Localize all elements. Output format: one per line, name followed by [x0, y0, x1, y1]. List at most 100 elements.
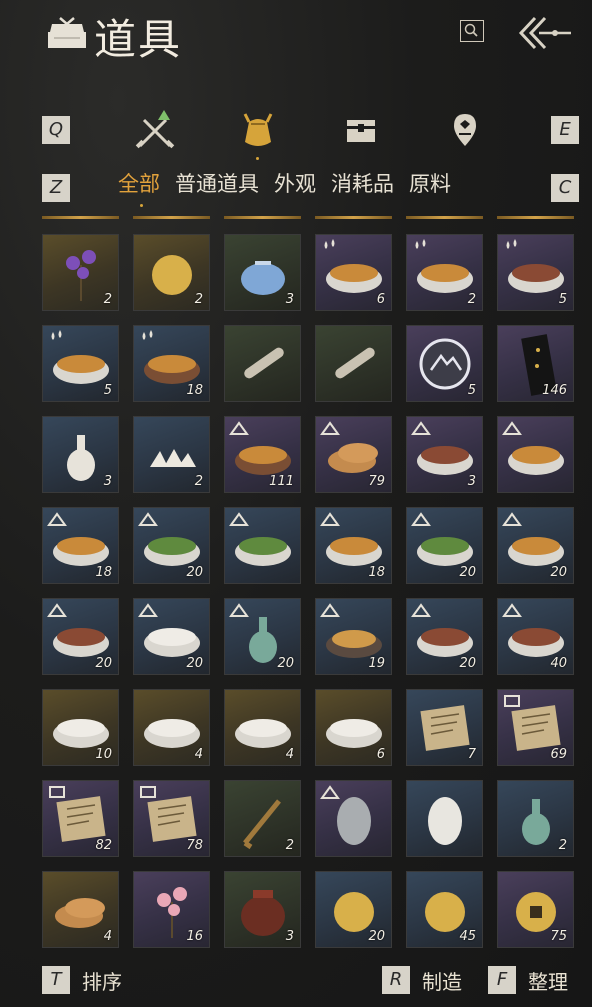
- inventory-slot[interactable]: 20: [497, 507, 574, 584]
- column-divider: [224, 216, 301, 219]
- item-quantity: 2: [194, 474, 203, 489]
- prev-category-key[interactable]: Q: [42, 116, 70, 144]
- craft-key[interactable]: R: [382, 966, 410, 994]
- inventory-slot[interactable]: 69: [497, 689, 574, 766]
- item-quantity: 2: [285, 838, 294, 853]
- map-pin-icon: [454, 114, 476, 146]
- mountain-icon: [320, 421, 340, 435]
- inventory-slot[interactable]: 3: [224, 234, 301, 311]
- item-quantity: 4: [194, 747, 203, 762]
- item-quantity: 18: [186, 383, 203, 398]
- inventory-slot[interactable]: 19: [315, 598, 392, 675]
- inventory-slot[interactable]: 20: [315, 871, 392, 948]
- inventory-slot[interactable]: 40: [497, 598, 574, 675]
- inventory-slot[interactable]: 111: [224, 416, 301, 493]
- item-quantity: 3: [285, 929, 294, 944]
- item-quantity: 2: [103, 292, 112, 307]
- inventory-slot[interactable]: 4: [42, 871, 119, 948]
- inventory-slot[interactable]: 5: [406, 325, 483, 402]
- column-divider: [406, 216, 483, 219]
- tab-location[interactable]: [442, 106, 488, 154]
- sort-label[interactable]: 排序: [82, 966, 122, 995]
- inventory-slot[interactable]: 18: [133, 325, 210, 402]
- inventory-slot[interactable]: [315, 325, 392, 402]
- mountain-icon: [502, 421, 522, 435]
- search-icon[interactable]: [460, 20, 484, 42]
- inventory-slot[interactable]: [224, 325, 301, 402]
- mountain-icon: [411, 603, 431, 617]
- inventory-slot[interactable]: [497, 416, 574, 493]
- mountain-icon: [47, 603, 67, 617]
- active-tab-indicator: [256, 157, 259, 160]
- next-subtab-key[interactable]: C: [551, 174, 579, 202]
- prev-subtab-key[interactable]: Z: [42, 174, 70, 202]
- inventory-slot[interactable]: 45: [406, 871, 483, 948]
- inventory-slot[interactable]: 18: [42, 507, 119, 584]
- inventory-slot[interactable]: 18: [315, 507, 392, 584]
- subtab-common[interactable]: 普通道具: [175, 168, 259, 198]
- inventory-slot[interactable]: 20: [42, 598, 119, 675]
- inventory-slot[interactable]: 16: [133, 871, 210, 948]
- mountain-icon: [502, 603, 522, 617]
- item-quantity: 6: [376, 292, 385, 307]
- item-quantity: 2: [558, 838, 567, 853]
- inventory-slot[interactable]: 20: [406, 507, 483, 584]
- hat-emblem-icon: [48, 17, 86, 48]
- organize-key[interactable]: F: [488, 966, 516, 994]
- inventory-slot[interactable]: 4: [133, 689, 210, 766]
- drops-icon: [415, 239, 426, 249]
- item-quantity: 5: [467, 383, 476, 398]
- organize-label[interactable]: 整理: [528, 966, 568, 995]
- inventory-slot[interactable]: 20: [133, 598, 210, 675]
- item-quantity: 20: [550, 565, 567, 580]
- tab-equipment[interactable]: [132, 106, 178, 154]
- inventory-slot[interactable]: 146: [497, 325, 574, 402]
- next-category-key[interactable]: E: [551, 116, 579, 144]
- inventory-slot[interactable]: 79: [315, 416, 392, 493]
- inventory-slot[interactable]: 82: [42, 780, 119, 857]
- inventory-slot[interactable]: 3: [224, 871, 301, 948]
- subtab-appearance[interactable]: 外观: [274, 168, 316, 198]
- inventory-slot[interactable]: 5: [42, 325, 119, 402]
- inventory-slot[interactable]: 6: [315, 234, 392, 311]
- item-quantity: 4: [285, 747, 294, 762]
- inventory-slot[interactable]: 2: [497, 780, 574, 857]
- subtab-all[interactable]: 全部: [118, 168, 160, 198]
- inventory-slot[interactable]: 20: [133, 507, 210, 584]
- inventory-slot[interactable]: 2: [133, 416, 210, 493]
- inventory-slot[interactable]: 7: [406, 689, 483, 766]
- sort-key[interactable]: T: [42, 966, 70, 994]
- inventory-slot[interactable]: 2: [406, 234, 483, 311]
- inventory-slot[interactable]: 5: [497, 234, 574, 311]
- inventory-slot[interactable]: [224, 507, 301, 584]
- inventory-slot[interactable]: [315, 780, 392, 857]
- inventory-slot[interactable]: 2: [42, 234, 119, 311]
- tab-storage[interactable]: [338, 106, 384, 154]
- column-divider: [133, 216, 210, 219]
- subtab-materials[interactable]: 原料: [409, 168, 451, 198]
- item-quantity: 20: [186, 656, 203, 671]
- mountain-icon: [502, 512, 522, 526]
- mountain-icon: [320, 785, 340, 799]
- inventory-slot[interactable]: 2: [224, 780, 301, 857]
- tab-items[interactable]: [235, 106, 281, 154]
- inventory-slot[interactable]: 2: [133, 234, 210, 311]
- inventory-slot[interactable]: 3: [406, 416, 483, 493]
- inventory-slot[interactable]: 78: [133, 780, 210, 857]
- mountain-icon: [47, 512, 67, 526]
- item-quantity: 19: [368, 656, 385, 671]
- crossed-swords-icon: [135, 110, 175, 149]
- subtab-consumables[interactable]: 消耗品: [331, 168, 394, 198]
- craft-label[interactable]: 制造: [422, 966, 462, 995]
- mountain-icon: [411, 512, 431, 526]
- inventory-slot[interactable]: 75: [497, 871, 574, 948]
- back-arrows-icon[interactable]: [517, 14, 573, 52]
- inventory-slot[interactable]: 10: [42, 689, 119, 766]
- column-divider: [315, 216, 392, 219]
- inventory-slot[interactable]: 4: [224, 689, 301, 766]
- inventory-slot[interactable]: 20: [406, 598, 483, 675]
- inventory-slot[interactable]: 6: [315, 689, 392, 766]
- inventory-slot[interactable]: [406, 780, 483, 857]
- inventory-slot[interactable]: 3: [42, 416, 119, 493]
- inventory-slot[interactable]: 20: [224, 598, 301, 675]
